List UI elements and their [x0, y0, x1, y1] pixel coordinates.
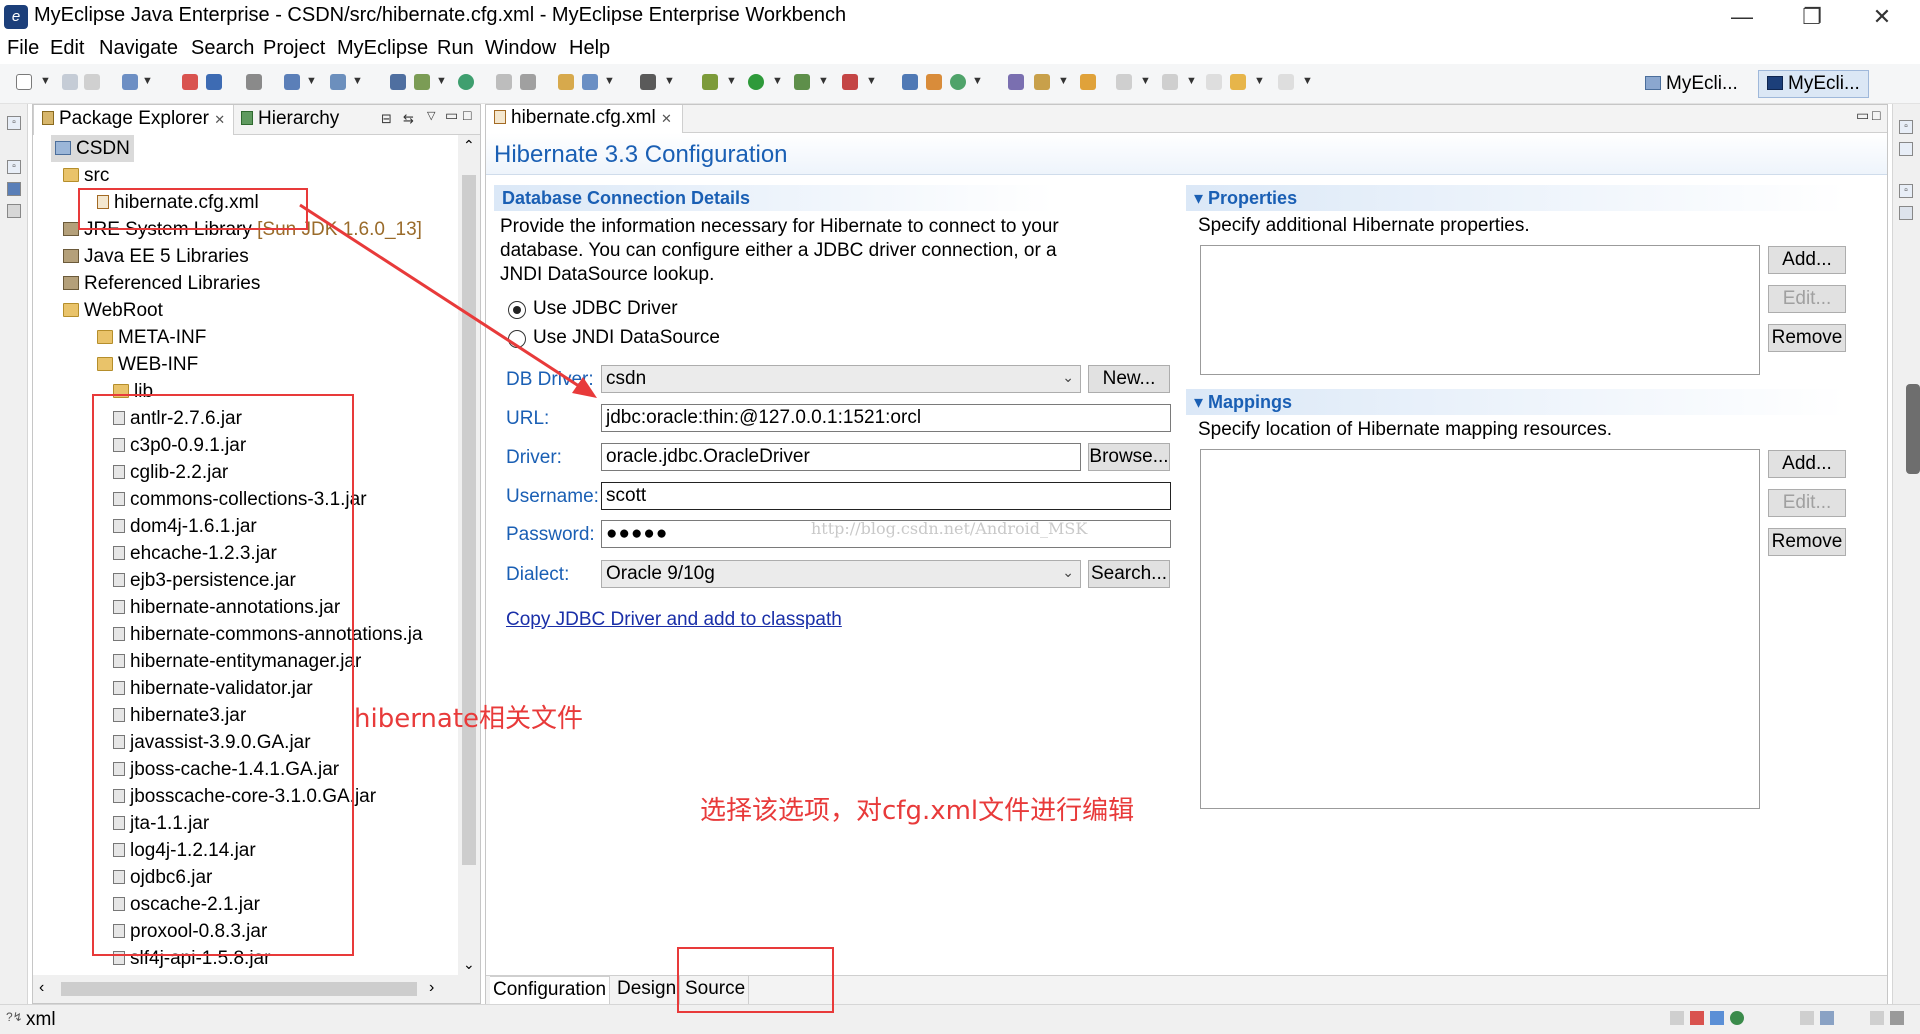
- annotation-arrow: [299, 203, 597, 398]
- annotation-source-instruction: 选择该选项，对cfg.xml文件进行编辑: [700, 796, 1135, 826]
- annotation-hibernate-files: hibernate相关文件: [354, 704, 584, 734]
